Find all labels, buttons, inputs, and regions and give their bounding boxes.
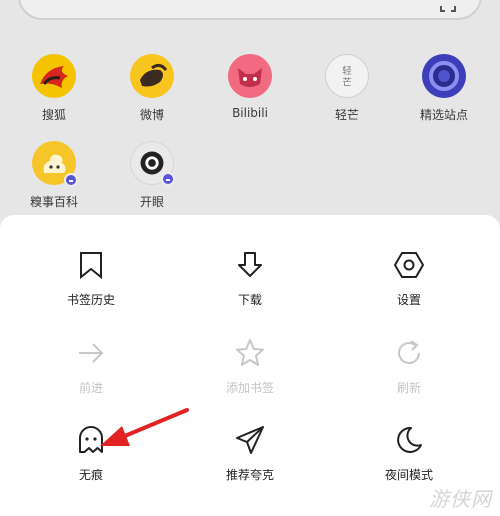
star-icon	[236, 339, 264, 366]
menu-recommend-quark[interactable]: 推荐夸克	[175, 424, 325, 483]
menu-settings[interactable]: 设置	[334, 249, 484, 308]
notification-badge	[64, 173, 78, 187]
shortcut-label: 微博	[139, 108, 164, 122]
menu-label: 无痕	[78, 468, 103, 482]
shortcut-weibo[interactable]: 微博	[104, 54, 200, 123]
menu-incognito[interactable]: 无痕	[16, 424, 166, 483]
menu-bookmarks-history[interactable]: 书签历史	[16, 249, 166, 308]
shortcut-grid: 搜狐 微博 Bilibili 轻 芒 轻芒 精选站点 糗事百科 开眼	[0, 0, 500, 215]
svg-text:芒: 芒	[342, 77, 352, 89]
shortcut-label: 轻芒	[334, 108, 359, 122]
shortcut-qiushibaike[interactable]: 糗事百科	[6, 141, 102, 210]
menu-add-bookmark: 添加书签	[175, 337, 325, 396]
moon-icon	[397, 426, 422, 453]
menu-label: 推荐夸克	[225, 468, 274, 482]
bilibili-icon	[228, 54, 272, 98]
svg-text:轻: 轻	[342, 65, 352, 77]
menu-label: 夜间模式	[384, 468, 433, 482]
menu-label: 书签历史	[66, 293, 115, 307]
settings-hexagon-icon	[393, 252, 425, 278]
shortcut-sohu[interactable]: 搜狐	[6, 54, 102, 123]
menu-label: 添加书签	[225, 381, 274, 395]
forward-arrow-icon	[79, 343, 104, 363]
qiushibaike-icon	[32, 141, 78, 187]
qingmang-icon: 轻 芒	[325, 54, 369, 98]
menu-label: 前进	[78, 381, 103, 395]
kaiyan-eye-icon	[130, 141, 175, 186]
paper-plane-icon	[236, 426, 264, 454]
shortcut-bilibili[interactable]: Bilibili	[202, 54, 298, 120]
menu-refresh: 刷新	[334, 337, 484, 396]
shortcut-label: 搜狐	[41, 108, 66, 122]
refresh-icon	[398, 340, 420, 364]
bottom-menu-sheet: 书签历史 下载 设置 前进 添加书签 刷新 无痕 推荐夸克 夜间模式	[0, 215, 500, 516]
menu-night-mode[interactable]: 夜间模式	[334, 424, 484, 483]
sohu-fox-icon	[32, 54, 76, 98]
shortcut-qingmang[interactable]: 轻 芒 轻芒	[299, 54, 395, 123]
menu-download[interactable]: 下载	[175, 249, 325, 308]
shortcut-featured-sites[interactable]: 精选站点	[396, 54, 492, 123]
menu-label: 刷新	[396, 381, 421, 395]
shortcut-label: 糗事百科	[29, 195, 78, 209]
menu-forward: 前进	[16, 337, 166, 396]
shortcut-kaiyan[interactable]: 开眼	[104, 141, 200, 210]
ghost-icon	[79, 426, 103, 453]
featured-sites-icon	[422, 54, 466, 98]
shortcut-label: Bilibili	[232, 106, 268, 120]
bookmark-icon	[80, 252, 102, 280]
download-icon	[238, 252, 262, 277]
watermark: 游侠网	[429, 487, 492, 511]
menu-label: 设置	[396, 293, 421, 307]
shortcut-label: 精选站点	[419, 108, 468, 122]
shortcut-label: 开眼	[139, 195, 164, 209]
menu-label: 下载	[237, 293, 262, 307]
notification-badge	[161, 172, 175, 186]
weibo-icon	[130, 54, 174, 98]
